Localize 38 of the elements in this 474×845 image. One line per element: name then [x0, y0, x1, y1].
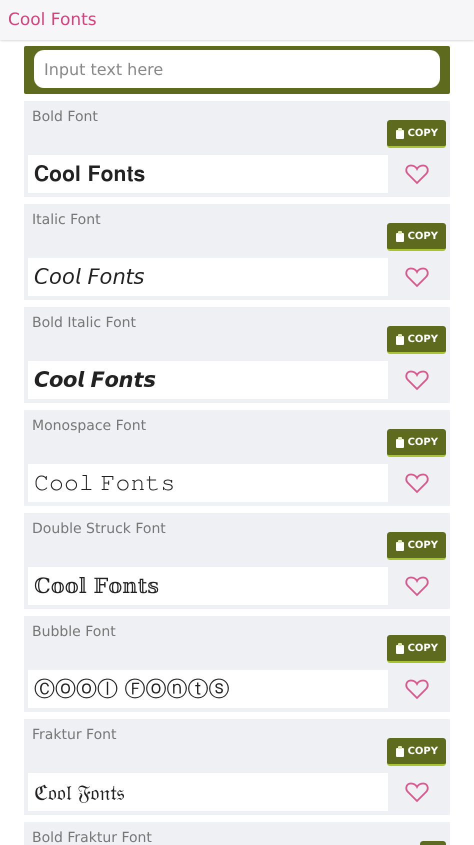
heart-icon: [405, 781, 429, 803]
heart-icon: [405, 575, 429, 597]
copy-button[interactable]: COPY: [386, 532, 446, 560]
font-name: Double Struck Font: [31, 521, 166, 537]
clipboard-icon: [394, 540, 405, 550]
font-sample: 𝘾𝙤𝙤𝙡 𝙁𝙤𝙣𝙩𝙨: [28, 361, 388, 399]
copy-button[interactable]: COPY: [386, 738, 446, 766]
app-title: Cool Fonts: [8, 10, 97, 30]
font-sample: 𝘊𝘰𝘰𝘭 𝘍𝘰𝘯𝘵𝘴: [28, 258, 388, 296]
font-sample: Ⓒⓞⓞⓛ Ⓕⓞⓝⓣⓢ: [28, 670, 388, 708]
copy-button[interactable]: COPY: [386, 429, 446, 457]
font-name: Bold Italic Font: [31, 315, 136, 331]
font-sample: 𝐂𝐨𝐨𝐥 𝐅𝐨𝐧𝐭𝐬: [28, 155, 388, 193]
copy-button[interactable]: COPY: [386, 326, 446, 354]
font-name: Bold Fraktur Font: [31, 830, 152, 845]
font-name: Fraktur Font: [31, 727, 117, 743]
clipboard-icon: [394, 230, 405, 242]
heart-icon: [405, 266, 429, 288]
heart-icon: [405, 472, 429, 494]
copy-button[interactable]: COPY: [386, 635, 446, 663]
clipboard-icon: [394, 436, 405, 448]
copy-button[interactable]: COPY: [386, 120, 446, 148]
font-sample: 𝙲𝚘𝚘𝚕 𝙵𝚘𝚗𝚝𝚜: [28, 464, 388, 502]
input-field[interactable]: Input text here: [34, 50, 440, 88]
font-sample: ℂ𝕠𝕠𝕝 𝔽𝕠𝕟𝕥𝕤: [28, 567, 388, 605]
clipboard-icon: [394, 334, 405, 344]
clipboard-icon: [394, 746, 405, 756]
font-sample: ℭ𝔬𝔬𝔩 𝔉𝔬𝔫𝔱𝔰: [28, 773, 388, 811]
font-name: Bubble Font: [31, 624, 116, 640]
font-name: Monospace Font: [31, 418, 146, 434]
font-name: Italic Font: [31, 212, 101, 228]
heart-icon: [405, 163, 429, 185]
heart-icon: [405, 369, 429, 391]
heart-icon: [405, 678, 429, 700]
clipboard-icon: [394, 642, 405, 654]
font-name: Bold Font: [31, 109, 98, 125]
copy-button[interactable]: COPY: [386, 223, 446, 251]
clipboard-icon: [394, 128, 405, 138]
